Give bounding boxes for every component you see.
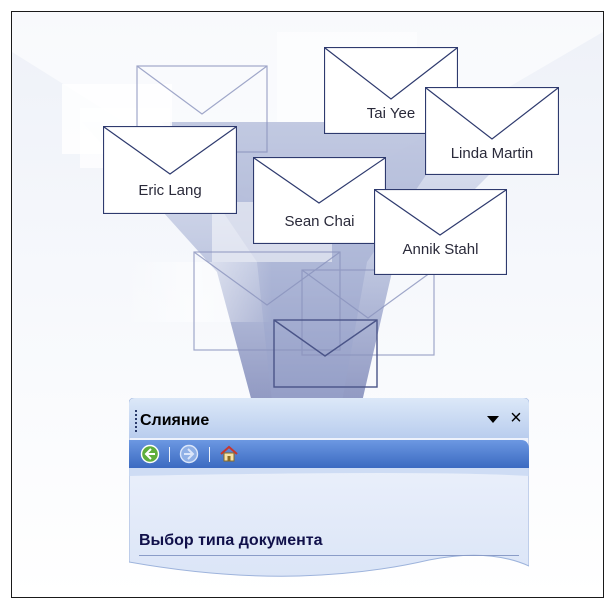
section-divider [139, 555, 519, 556]
toolbar-separator [209, 447, 210, 462]
envelope-icon [103, 126, 237, 214]
mail-merge-task-pane: Слияние × Выбор типа документа [129, 398, 529, 597]
envelope-annik-stahl: Annik Stahl [374, 189, 507, 275]
envelope-sean-chai: Sean Chai [253, 157, 386, 244]
envelope-label: Sean Chai [284, 213, 355, 230]
envelope-linda-martin: Linda Martin [425, 87, 559, 175]
envelope-label: Eric Lang [138, 182, 202, 199]
envelope-icon [253, 157, 386, 244]
envelope-icon [374, 189, 507, 275]
home-icon[interactable] [219, 444, 239, 464]
toolbar-separator [169, 447, 170, 462]
pane-grip-handle[interactable] [135, 410, 137, 432]
envelope-label: Linda Martin [450, 145, 534, 162]
envelope-label: Annik Stahl [402, 241, 479, 258]
illustration-frame: Tai Yee Linda Martin Eric Lang Sean Chai… [11, 11, 604, 598]
section-heading: Выбор типа документа [139, 532, 323, 549]
triangle-down-icon[interactable] [485, 412, 501, 428]
close-icon[interactable]: × [507, 408, 525, 428]
forward-arrow-icon[interactable] [179, 444, 199, 464]
envelope-eric-lang: Eric Lang [103, 126, 237, 214]
task-pane-title: Слияние [140, 412, 210, 429]
back-arrow-icon[interactable] [140, 444, 160, 464]
